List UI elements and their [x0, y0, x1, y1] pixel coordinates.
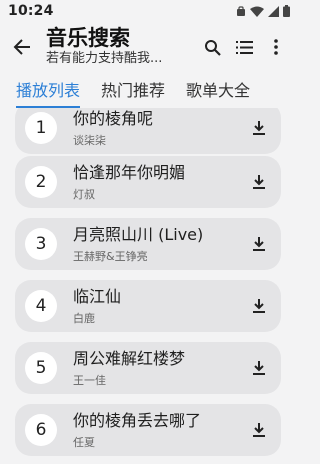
song-title: 你的棱角丢去哪了 [73, 411, 202, 430]
song-title: 周公难解红楼梦 [73, 349, 186, 368]
download-icon [253, 237, 265, 251]
download-button[interactable] [241, 410, 277, 450]
song-artist: 王赫野&王铮亮 [73, 250, 148, 263]
download-icon [253, 175, 265, 189]
track-number: 2 [25, 166, 57, 198]
tab-bar: 播放列表 热门推荐 歌单大全 [0, 74, 296, 108]
download-button[interactable] [241, 224, 277, 264]
song-info: 恰逢那年你明媚 灯叔 [73, 162, 241, 202]
notification-icon [237, 5, 245, 16]
song-title: 你的棱角呢 [73, 109, 154, 128]
page-subtitle: 若有能力支持酷我... [46, 51, 163, 66]
track-number: 6 [25, 414, 57, 446]
list-item[interactable]: 3 月亮照山川 (Live) 王赫野&王铮亮 [15, 218, 281, 270]
song-info: 临江仙 白鹿 [73, 286, 241, 326]
song-artist: 王一佳 [73, 374, 106, 387]
search-button[interactable] [196, 27, 228, 67]
song-artist: 谈柒柒 [73, 134, 106, 147]
song-artist: 任夏 [73, 436, 95, 449]
list-item[interactable]: 2 恰逢那年你明媚 灯叔 [15, 156, 281, 208]
song-info: 你的棱角丢去哪了 任夏 [73, 410, 241, 450]
status-icons [236, 5, 290, 17]
signal-icon [268, 5, 279, 17]
song-artist: 灯叔 [73, 188, 95, 201]
download-button[interactable] [241, 348, 277, 388]
tab-playlist-collection[interactable]: 歌单大全 [186, 74, 250, 108]
song-list[interactable]: 1 你的棱角呢 谈柒柒 2 恰逢那年你明媚 灯叔 3 月亮照山川 (Live) [0, 108, 296, 464]
download-icon [253, 121, 265, 135]
song-title: 月亮照山川 (Live) [73, 225, 204, 244]
download-icon [253, 299, 265, 313]
download-button[interactable] [241, 108, 277, 148]
list-item[interactable]: 5 周公难解红楼梦 王一佳 [15, 342, 281, 394]
arrow-left-icon [13, 39, 30, 55]
song-info: 你的棱角呢 谈柒柒 [73, 108, 241, 148]
status-bar: 10:24 [0, 0, 296, 22]
tab-playlist[interactable]: 播放列表 [16, 74, 81, 108]
song-artist: 白鹿 [73, 312, 95, 325]
playlist-icon [235, 40, 253, 54]
search-icon [204, 39, 221, 56]
track-number: 1 [25, 112, 57, 144]
track-number: 5 [25, 352, 57, 384]
playlist-button[interactable] [228, 27, 260, 67]
app-bar: 音乐搜索 若有能力支持酷我... [0, 22, 296, 72]
page-title: 音乐搜索 [46, 26, 130, 50]
list-item[interactable]: 1 你的棱角呢 谈柒柒 [15, 108, 281, 154]
wifi-icon [250, 6, 264, 17]
track-number: 4 [25, 290, 57, 322]
download-button[interactable] [241, 162, 277, 202]
song-title: 恰逢那年你明媚 [73, 163, 186, 182]
song-info: 周公难解红楼梦 王一佳 [73, 348, 241, 388]
download-icon [253, 423, 265, 437]
more-vertical-icon [274, 39, 278, 55]
status-time: 10:24 [8, 3, 54, 19]
list-item[interactable]: 6 你的棱角丢去哪了 任夏 [15, 404, 281, 456]
battery-icon [283, 5, 290, 17]
tab-hot-recommend[interactable]: 热门推荐 [101, 74, 165, 108]
more-options-button[interactable] [260, 27, 292, 67]
back-button[interactable] [2, 25, 42, 69]
download-button[interactable] [241, 286, 277, 326]
list-item[interactable]: 4 临江仙 白鹿 [15, 280, 281, 332]
track-number: 3 [25, 228, 57, 260]
download-icon [253, 361, 265, 375]
title-block: 音乐搜索 若有能力支持酷我... [46, 26, 196, 68]
app-bar-actions [196, 27, 292, 67]
song-title: 临江仙 [73, 287, 122, 306]
song-info: 月亮照山川 (Live) 王赫野&王铮亮 [73, 224, 241, 264]
